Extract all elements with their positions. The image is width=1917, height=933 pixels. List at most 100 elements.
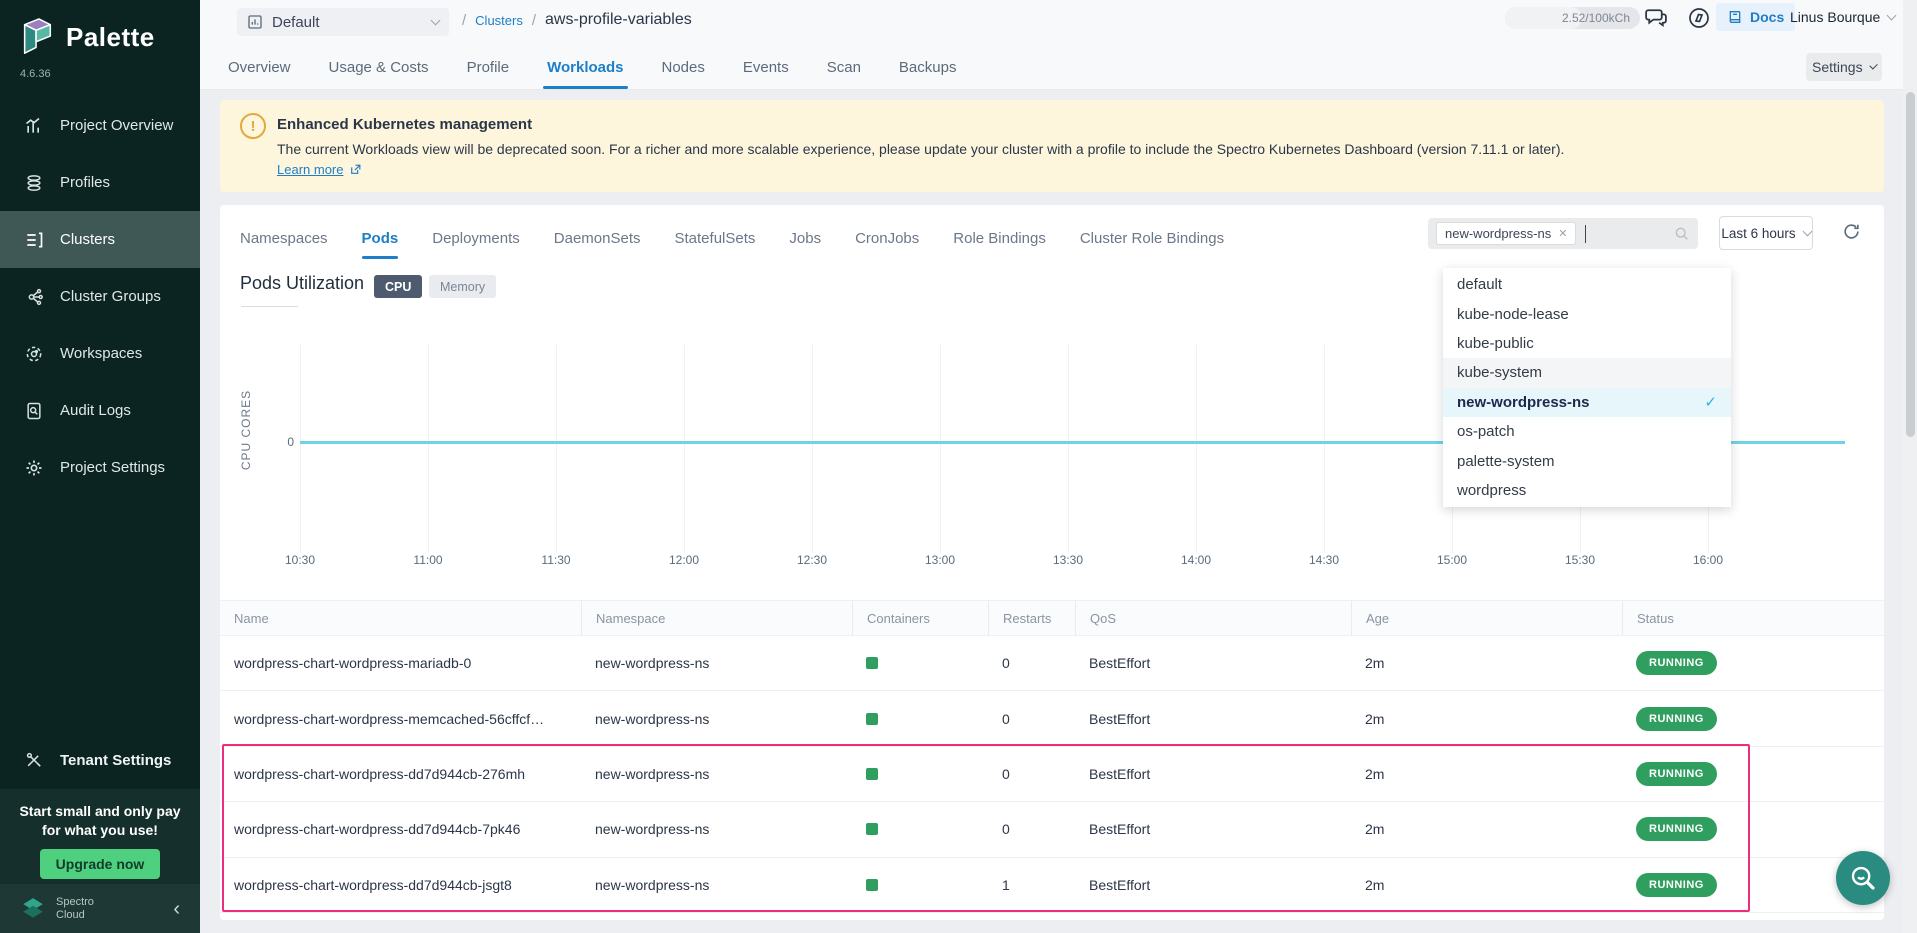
dropdown-option-wordpress[interactable]: wordpress: [1443, 476, 1731, 505]
pod-age: 2m: [1351, 877, 1622, 893]
feedback-chat-icon[interactable]: [1643, 5, 1668, 35]
upgrade-now-button[interactable]: Upgrade now: [40, 849, 161, 879]
namespace-filter-input[interactable]: new-wordpress-ns ✕: [1428, 218, 1698, 249]
spectro-cloud-brand: Spectro Cloud: [56, 896, 167, 922]
pod-namespace: new-wordpress-ns: [581, 711, 852, 727]
container-indicator: [866, 823, 878, 835]
tab-workloads[interactable]: Workloads: [547, 44, 623, 90]
namespace-dropdown: default kube-node-lease kube-public kube…: [1443, 268, 1731, 507]
pod-restarts: 1: [988, 877, 1075, 893]
page-scrollbar[interactable]: [1903, 0, 1917, 933]
table-row-highlighted[interactable]: wordpress-chart-wordpress-dd7d944cb-7pk4…: [220, 802, 1884, 857]
dropdown-option-os-patch[interactable]: os-patch: [1443, 417, 1731, 446]
subtab-daemonsets[interactable]: DaemonSets: [554, 220, 641, 259]
sidebar-item-audit-logs[interactable]: Audit Logs: [0, 382, 200, 439]
chart-title: Pods Utilization: [240, 273, 364, 294]
gear-icon: [24, 458, 44, 478]
table-row-highlighted[interactable]: wordpress-chart-wordpress-dd7d944cb-jsgt…: [220, 858, 1884, 913]
tab-profile[interactable]: Profile: [467, 44, 510, 90]
audit-log-icon: [24, 401, 44, 421]
col-qos: QoS: [1075, 601, 1351, 635]
dropdown-option-palette-system[interactable]: palette-system: [1443, 446, 1731, 475]
subtab-role-bindings[interactable]: Role Bindings: [953, 220, 1046, 259]
project-selector[interactable]: Default: [237, 8, 449, 36]
tab-nodes[interactable]: Nodes: [662, 44, 705, 90]
status-badge: RUNNING: [1636, 873, 1717, 897]
tab-scan[interactable]: Scan: [827, 44, 861, 90]
memory-toggle[interactable]: Memory: [429, 275, 496, 298]
sidebar-item-project-overview[interactable]: Project Overview: [0, 97, 200, 154]
subtab-jobs[interactable]: Jobs: [789, 220, 821, 259]
sidebar-item-clusters[interactable]: Clusters: [0, 211, 200, 268]
time-range-select[interactable]: Last 6 hours: [1719, 216, 1813, 250]
tab-overview[interactable]: Overview: [228, 44, 291, 90]
dropdown-option-new-wordpress-ns[interactable]: new-wordpress-ns ✓: [1443, 388, 1731, 417]
table-row[interactable]: wordpress-chart-wordpress-mariadb-0 new-…: [220, 636, 1884, 691]
palette-logo-icon: [18, 16, 56, 58]
deprecation-banner: ! Enhanced Kubernetes management The cur…: [220, 100, 1884, 192]
refresh-button[interactable]: [1842, 222, 1861, 246]
x-tick: 14:30: [1284, 553, 1364, 567]
external-link-icon: [349, 163, 362, 176]
usage-quota-value: 2.52/100kCh: [1562, 11, 1630, 25]
tools-icon: [24, 750, 44, 770]
subtab-deployments[interactable]: Deployments: [432, 220, 520, 259]
pod-name: wordpress-chart-wordpress-mariadb-0: [220, 655, 581, 671]
sidebar-collapse-icon[interactable]: ‹: [167, 897, 186, 921]
gridline: [940, 345, 941, 553]
sidebar-item-cluster-groups[interactable]: Cluster Groups: [0, 268, 200, 325]
status-badge: RUNNING: [1636, 651, 1717, 675]
settings-button[interactable]: Settings: [1806, 53, 1882, 81]
sidebar-item-tenant-settings[interactable]: Tenant Settings: [0, 733, 200, 787]
container-indicator: [866, 879, 878, 891]
user-name: Linus Bourque: [1790, 9, 1880, 25]
docs-button[interactable]: Docs: [1716, 3, 1795, 31]
tab-backups[interactable]: Backups: [899, 44, 957, 90]
table-row[interactable]: wordpress-chart-wordpress-memcached-56cf…: [220, 691, 1884, 746]
dropdown-option-kube-system[interactable]: kube-system: [1443, 358, 1731, 387]
sidebar: Palette 4.6.36 Project Overview Profiles…: [0, 0, 200, 933]
dropdown-option-kube-public[interactable]: kube-public: [1443, 329, 1731, 358]
container-indicator: [866, 768, 878, 780]
cpu-toggle[interactable]: CPU: [374, 275, 422, 298]
pilot-help-icon[interactable]: [1687, 6, 1711, 35]
tab-events[interactable]: Events: [743, 44, 789, 90]
container-indicator: [866, 657, 878, 669]
x-tick: 11:30: [516, 553, 596, 567]
gridline: [1068, 345, 1069, 553]
breadcrumb-link-clusters[interactable]: Clusters: [475, 13, 523, 28]
pod-restarts: 0: [988, 766, 1075, 782]
search-icon: [1674, 226, 1690, 242]
subtab-pods[interactable]: Pods: [362, 220, 399, 259]
x-tick: 13:00: [900, 553, 980, 567]
sidebar-item-project-settings[interactable]: Project Settings: [0, 439, 200, 496]
x-tick: 12:00: [644, 553, 724, 567]
pod-age: 2m: [1351, 821, 1622, 837]
pod-restarts: 0: [988, 821, 1075, 837]
user-menu[interactable]: Linus Bourque: [1790, 9, 1895, 25]
dropdown-option-default[interactable]: default: [1443, 270, 1731, 299]
subtab-namespaces[interactable]: Namespaces: [240, 220, 328, 259]
scrollbar-thumb[interactable]: [1906, 92, 1915, 437]
brand-name: Palette: [66, 22, 155, 53]
y-axis-label: CPU CORES: [239, 370, 255, 490]
col-containers: Containers: [852, 601, 988, 635]
remove-tag-icon[interactable]: ✕: [1558, 227, 1567, 240]
sidebar-item-label: Cluster Groups: [60, 288, 161, 305]
breadcrumb-current: aws-profile-variables: [545, 11, 692, 29]
sidebar-item-workspaces[interactable]: Workspaces: [0, 325, 200, 382]
subtab-statefulsets[interactable]: StatefulSets: [675, 220, 756, 259]
subtab-cluster-role-bindings[interactable]: Cluster Role Bindings: [1080, 220, 1224, 259]
tab-usage-costs[interactable]: Usage & Costs: [329, 44, 429, 90]
status-badge: RUNNING: [1636, 762, 1717, 786]
gridline: [300, 345, 301, 553]
gridline: [684, 345, 685, 553]
subtab-cronjobs[interactable]: CronJobs: [855, 220, 919, 259]
dropdown-option-kube-node-lease[interactable]: kube-node-lease: [1443, 299, 1731, 328]
pods-table-header: Name Namespace Containers Restarts QoS A…: [220, 600, 1884, 636]
table-row-highlighted[interactable]: wordpress-chart-wordpress-dd7d944cb-276m…: [220, 747, 1884, 802]
learn-more-link[interactable]: Learn more: [277, 162, 362, 177]
sidebar-item-profiles[interactable]: Profiles: [0, 154, 200, 211]
support-search-fab[interactable]: [1836, 851, 1890, 905]
y-axis-tick: 0: [260, 435, 294, 449]
